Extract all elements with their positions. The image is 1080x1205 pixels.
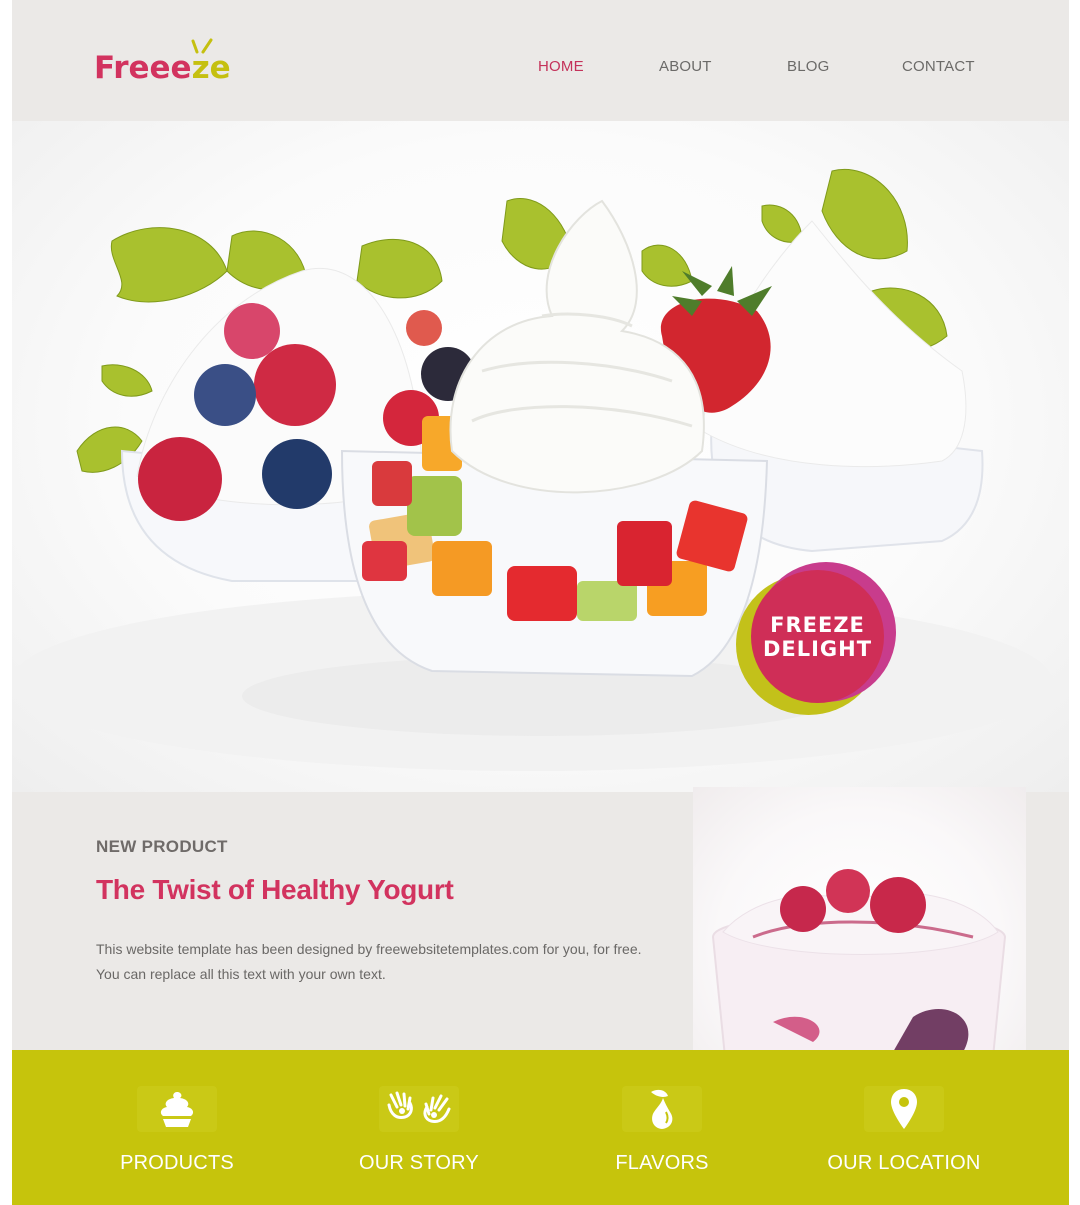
feature-flavors[interactable]: FLAVORS xyxy=(542,1050,782,1205)
frozen-yogurt-hero-image xyxy=(12,169,1052,771)
feature-label: OUR STORY xyxy=(359,1152,479,1174)
site-header: Freeeze HOME ABOUT BLOG CONTACT xyxy=(12,0,1069,121)
badge-line1: FREEZE xyxy=(770,612,865,637)
feature-label: PRODUCTS xyxy=(120,1152,234,1174)
feature-our-location[interactable]: OUR LOCATION xyxy=(784,1050,1024,1205)
feature-label: OUR LOCATION xyxy=(827,1152,981,1174)
new-product-section: NEW PRODUCT The Twist of Healthy Yogurt … xyxy=(12,787,1069,1051)
nav-contact[interactable]: CONTACT xyxy=(902,58,975,75)
badge-core: FREEZE DELIGHT xyxy=(751,570,884,703)
sprout-icon xyxy=(191,38,213,54)
location-pin-icon xyxy=(864,1086,944,1132)
freeze-delight-badge: FREEZE DELIGHT xyxy=(736,562,896,715)
product-description-line1: This website template has been designed … xyxy=(96,941,642,957)
feature-label: FLAVORS xyxy=(615,1152,709,1174)
product-description-line2: You can replace all this text with your … xyxy=(96,966,386,982)
pear-icon xyxy=(622,1086,702,1132)
product-description: This website template has been designed … xyxy=(96,937,696,987)
page: Freeeze HOME ABOUT BLOG CONTACT FREEZE D… xyxy=(12,0,1069,1205)
feature-products[interactable]: PRODUCTS xyxy=(57,1050,297,1205)
feature-our-story[interactable]: OUR STORY xyxy=(299,1050,539,1205)
yogurt-cup-image xyxy=(693,787,1026,1051)
section-eyebrow: NEW PRODUCT xyxy=(96,837,228,856)
nav-home[interactable]: HOME xyxy=(538,58,584,75)
cupcake-icon xyxy=(137,1086,217,1132)
hero-banner: FREEZE DELIGHT xyxy=(12,121,1069,792)
main-nav: HOME ABOUT BLOG CONTACT xyxy=(12,58,1069,78)
hands-icon xyxy=(379,1086,459,1132)
nav-blog[interactable]: BLOG xyxy=(787,58,829,75)
badge-line2: DELIGHT xyxy=(762,636,873,661)
nav-about[interactable]: ABOUT xyxy=(659,58,712,75)
features-bar: PRODUCTS OUR STORY FLAVORS OUR LOCATION xyxy=(12,1050,1069,1205)
product-title: The Twist of Healthy Yogurt xyxy=(96,874,454,905)
